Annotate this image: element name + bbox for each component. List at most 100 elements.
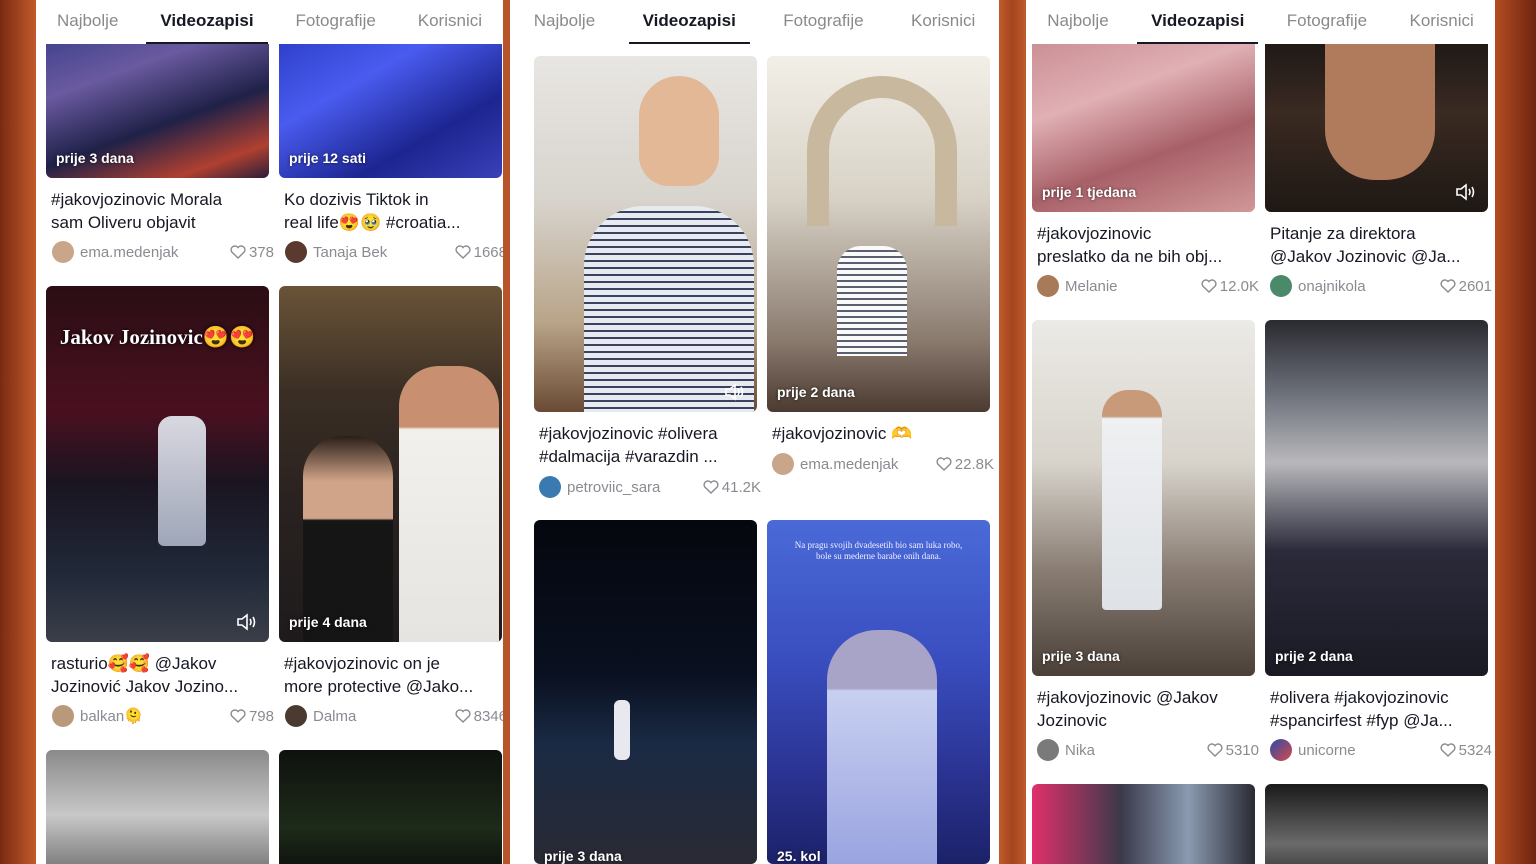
- description-line: #jakovjozinovic Morala: [51, 190, 223, 209]
- like-count: 5324: [1458, 741, 1492, 759]
- avatar[interactable]: [285, 705, 307, 727]
- heart-icon: [1440, 279, 1456, 293]
- username[interactable]: ema.medenjak: [80, 244, 230, 261]
- avatar[interactable]: [1037, 739, 1059, 761]
- avatar[interactable]: [285, 241, 307, 263]
- username[interactable]: petroviic_sara: [567, 479, 703, 496]
- tab-videos[interactable]: Videozapisi: [628, 0, 751, 44]
- description-line: #jakovjozinovic #olivera: [539, 424, 718, 443]
- video-age: prije 2 dana: [1275, 648, 1353, 664]
- description-line: #olivera #jakovjozinovic: [1270, 688, 1449, 707]
- person-figure: [303, 436, 393, 642]
- video-thumbnail[interactable]: [279, 750, 502, 864]
- speaker-icon[interactable]: [235, 612, 259, 632]
- video-age: prije 3 dana: [56, 150, 134, 166]
- video-meta: unicorne 5324: [1270, 738, 1492, 762]
- tab-top[interactable]: Najbolje: [49, 0, 126, 44]
- video-description[interactable]: #olivera #jakovjozinovic #spancirfest #f…: [1270, 686, 1492, 732]
- username[interactable]: Melanie: [1065, 278, 1201, 295]
- video-description[interactable]: #jakovjozinovic Morala sam Oliveru objav…: [51, 188, 273, 234]
- video-description[interactable]: #jakovjozinovic #olivera #dalmacija #var…: [539, 422, 761, 468]
- tab-photos[interactable]: Fotografije: [775, 0, 871, 44]
- like-count: 1668: [473, 243, 503, 261]
- background-gap: [503, 0, 510, 864]
- tab-users[interactable]: Korisnici: [410, 0, 490, 44]
- video-description[interactable]: #jakovjozinovic @Jakov Jozinovic: [1037, 686, 1259, 732]
- video-thumbnail[interactable]: prije 1 tjedana: [1032, 30, 1255, 212]
- tab-users[interactable]: Korisnici: [903, 0, 983, 44]
- video-meta: Tanaja Bek 1668: [285, 240, 503, 264]
- video-thumbnail[interactable]: [46, 750, 269, 864]
- description-line: Jozinović Jakov Jozino...: [51, 677, 239, 696]
- avatar[interactable]: [52, 705, 74, 727]
- video-age: prije 3 dana: [544, 848, 622, 864]
- tab-photos[interactable]: Fotografije: [1279, 0, 1375, 44]
- tab-top[interactable]: Najbolje: [526, 0, 603, 44]
- speaker-icon[interactable]: [723, 382, 747, 402]
- video-description[interactable]: Pitanje za direktora @Jakov Jozinovic @J…: [1270, 222, 1492, 268]
- like-count: 2601: [1458, 277, 1492, 295]
- avatar[interactable]: [772, 453, 794, 475]
- performer-figure: [827, 630, 937, 864]
- heart-icon: [936, 457, 952, 471]
- tab-users[interactable]: Korisnici: [1402, 0, 1482, 44]
- heart-icon: [455, 709, 471, 723]
- avatar[interactable]: [1037, 275, 1059, 297]
- video-thumbnail[interactable]: prije 3 dana: [534, 520, 757, 864]
- description-line: Pitanje za direktora: [1270, 224, 1416, 243]
- video-description[interactable]: rasturio🥰🥰 @Jakov Jozinović Jakov Jozino…: [51, 652, 273, 698]
- heart-icon: [230, 245, 246, 259]
- description-line: #jakovjozinovic: [1037, 224, 1152, 243]
- username[interactable]: balkan🫠: [80, 707, 230, 725]
- description-line: #jakovjozinovic on je: [284, 654, 440, 673]
- username[interactable]: onajnikola: [1298, 278, 1440, 295]
- username[interactable]: unicorne: [1298, 742, 1440, 759]
- speaker-icon[interactable]: [1454, 182, 1478, 202]
- description-line: Ko dozivis Tiktok in: [284, 190, 429, 209]
- heart-icon: [1440, 743, 1456, 757]
- video-thumbnail[interactable]: prije 3 dana: [46, 30, 269, 178]
- avatar[interactable]: [1270, 739, 1292, 761]
- video-thumbnail[interactable]: [1265, 30, 1488, 212]
- video-description[interactable]: #jakovjozinovic 🫶: [772, 422, 994, 445]
- tab-videos[interactable]: Videozapisi: [146, 0, 268, 44]
- description-line: @Jakov Jozinovic @Ja...: [1270, 247, 1461, 266]
- video-thumbnail[interactable]: [1032, 784, 1255, 864]
- username[interactable]: Tanaja Bek: [313, 244, 455, 261]
- video-thumbnail[interactable]: Na pragu svojih dvadesetih bio sam luka …: [767, 520, 990, 864]
- username[interactable]: Dalma: [313, 708, 455, 725]
- thumbnail-overlay-text: Jakov Jozinovic😍😍: [59, 325, 256, 349]
- video-thumbnail[interactable]: Jakov Jozinovic😍😍: [46, 286, 269, 642]
- video-thumbnail[interactable]: [534, 56, 757, 412]
- video-description[interactable]: #jakovjozinovic preslatko da ne bih obj.…: [1037, 222, 1259, 268]
- video-thumbnail[interactable]: prije 4 dana: [279, 286, 502, 642]
- video-meta: Nika 5310: [1037, 738, 1259, 762]
- video-thumbnail[interactable]: prije 2 dana: [1265, 320, 1488, 676]
- avatar[interactable]: [52, 241, 74, 263]
- video-description[interactable]: #jakovjozinovic on je more protective @J…: [284, 652, 503, 698]
- video-age: prije 2 dana: [777, 384, 855, 400]
- video-thumbnail[interactable]: prije 2 dana: [767, 56, 990, 412]
- like-count: 41.2K: [721, 478, 761, 496]
- avatar[interactable]: [1270, 275, 1292, 297]
- username[interactable]: Nika: [1065, 742, 1207, 759]
- video-thumbnail[interactable]: prije 12 sati: [279, 30, 502, 178]
- background-left: [0, 0, 36, 864]
- search-panel-1: Najbolje Videozapisi Fotografije Korisni…: [36, 0, 503, 864]
- video-thumbnail[interactable]: prije 3 dana: [1032, 320, 1255, 676]
- person-face: [1325, 30, 1435, 180]
- tab-top[interactable]: Najbolje: [1039, 0, 1116, 44]
- avatar[interactable]: [539, 476, 561, 498]
- video-thumbnail[interactable]: [1265, 784, 1488, 864]
- description-line: #jakovjozinovic @Jakov: [1037, 688, 1218, 707]
- video-description[interactable]: Ko dozivis Tiktok in real life😍🥹 #croati…: [284, 188, 503, 234]
- description-line: preslatko da ne bih obj...: [1037, 247, 1223, 266]
- thumbnail-caption: Na pragu svojih dvadesetih bio sam luka …: [794, 540, 963, 561]
- username[interactable]: ema.medenjak: [800, 456, 936, 473]
- tab-photos[interactable]: Fotografije: [288, 0, 384, 44]
- tab-videos[interactable]: Videozapisi: [1137, 0, 1259, 44]
- performer-figure: [158, 416, 206, 546]
- video-meta: balkan🫠 798: [52, 704, 274, 728]
- background-right: [1494, 0, 1536, 864]
- like-count: 798: [248, 707, 274, 725]
